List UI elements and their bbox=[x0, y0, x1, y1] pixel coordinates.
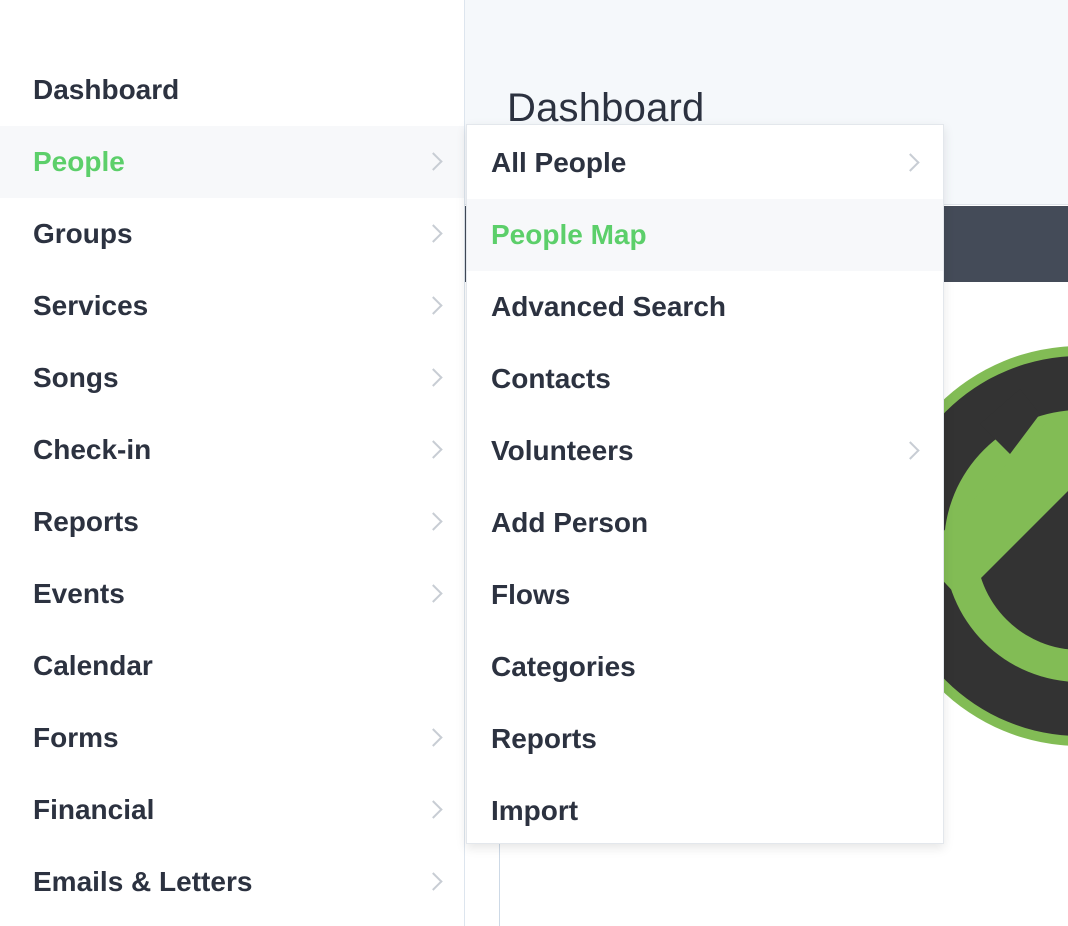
chevron-right-icon bbox=[901, 441, 920, 460]
sidebar-item-label: Financial bbox=[33, 794, 155, 825]
submenu-item-people-map[interactable]: People Map bbox=[467, 199, 943, 271]
sidebar-item-people[interactable]: People bbox=[0, 126, 464, 198]
submenu-item-contacts[interactable]: Contacts bbox=[467, 343, 943, 415]
sidebar-item-label: Check-in bbox=[33, 434, 152, 465]
sidebar-item-events[interactable]: Events bbox=[0, 558, 464, 630]
sidebar-item-reports[interactable]: Reports bbox=[0, 486, 464, 558]
people-submenu: All People People Map Advanced Search Co… bbox=[466, 124, 944, 844]
chevron-right-icon bbox=[424, 440, 443, 459]
chevron-right-icon bbox=[901, 153, 920, 172]
chevron-right-icon bbox=[424, 584, 443, 603]
sidebar-item-services[interactable]: Services bbox=[0, 270, 464, 342]
submenu-item-label: Add Person bbox=[491, 507, 649, 538]
sidebar-item-label: Forms bbox=[33, 722, 119, 753]
submenu-item-volunteers[interactable]: Volunteers bbox=[467, 415, 943, 487]
chevron-right-icon bbox=[424, 296, 443, 315]
sidebar-item-songs[interactable]: Songs bbox=[0, 342, 464, 414]
sidebar-item-forms[interactable]: Forms bbox=[0, 702, 464, 774]
sidebar-item-label: Reports bbox=[33, 506, 139, 537]
chevron-right-icon bbox=[424, 152, 443, 171]
sidebar-item-financial[interactable]: Financial bbox=[0, 774, 464, 846]
chevron-right-icon bbox=[424, 872, 443, 891]
submenu-item-label: Flows bbox=[491, 579, 571, 610]
sidebar-item-label: Services bbox=[33, 290, 149, 321]
submenu-item-all-people[interactable]: All People bbox=[467, 127, 943, 199]
submenu-item-label: Import bbox=[491, 795, 579, 826]
sidebar-item-label: Emails & Letters bbox=[33, 866, 253, 897]
chevron-right-icon bbox=[424, 800, 443, 819]
sidebar-item-label: Events bbox=[33, 578, 125, 609]
sidebar-item-emails-letters[interactable]: Emails & Letters bbox=[0, 846, 464, 918]
sidebar-item-dashboard[interactable]: Dashboard bbox=[0, 54, 464, 126]
sidebar-item-label: Songs bbox=[33, 362, 119, 393]
submenu-item-flows[interactable]: Flows bbox=[467, 559, 943, 631]
chevron-right-icon bbox=[424, 368, 443, 387]
submenu-item-add-person[interactable]: Add Person bbox=[467, 487, 943, 559]
submenu-item-advanced-search[interactable]: Advanced Search bbox=[467, 271, 943, 343]
submenu-item-label: People Map bbox=[491, 219, 647, 250]
sidebar-nav: Dashboard People Groups Services Songs C… bbox=[0, 0, 465, 926]
sidebar-item-groups[interactable]: Groups bbox=[0, 198, 464, 270]
chevron-right-icon bbox=[424, 728, 443, 747]
submenu-item-label: Contacts bbox=[491, 363, 611, 394]
chevron-right-icon bbox=[424, 512, 443, 531]
submenu-item-import[interactable]: Import bbox=[467, 775, 943, 847]
content-divider bbox=[499, 840, 500, 926]
sidebar-item-label: People bbox=[33, 146, 125, 177]
submenu-item-reports[interactable]: Reports bbox=[467, 703, 943, 775]
app-root: Dashboard Dashboard People Groups Servic… bbox=[0, 0, 1068, 926]
sidebar-item-label: Dashboard bbox=[33, 74, 180, 105]
submenu-item-label: All People bbox=[491, 147, 627, 178]
submenu-item-label: Categories bbox=[491, 651, 636, 682]
chevron-right-icon bbox=[424, 224, 443, 243]
submenu-item-label: Volunteers bbox=[491, 435, 634, 466]
submenu-item-categories[interactable]: Categories bbox=[467, 631, 943, 703]
sidebar-item-label: Groups bbox=[33, 218, 133, 249]
submenu-item-label: Reports bbox=[491, 723, 597, 754]
submenu-item-label: Advanced Search bbox=[491, 291, 726, 322]
sidebar-item-label: Calendar bbox=[33, 650, 153, 681]
sidebar-item-calendar[interactable]: Calendar bbox=[0, 630, 464, 702]
sidebar-item-check-in[interactable]: Check-in bbox=[0, 414, 464, 486]
